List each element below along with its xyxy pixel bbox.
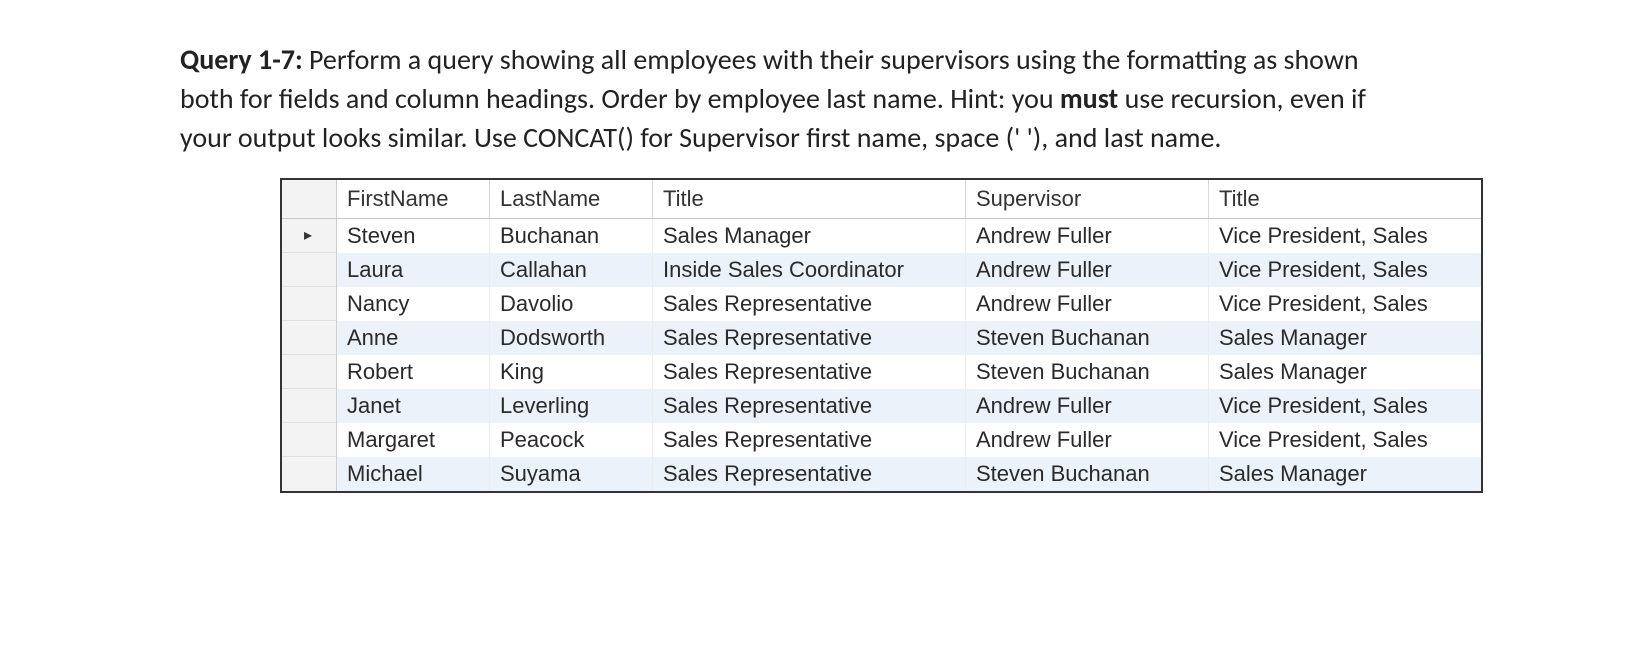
results-grid: FirstName LastName Title Supervisor Titl…	[280, 178, 1483, 493]
cell-title[interactable]: Inside Sales Coordinator	[653, 253, 966, 287]
table-row[interactable]: MargaretPeacockSales RepresentativeAndre…	[282, 423, 1481, 457]
cell-firstname[interactable]: Laura	[337, 253, 490, 287]
cell-firstname[interactable]: Nancy	[337, 287, 490, 321]
cell-firstname[interactable]: Michael	[337, 457, 490, 491]
query-description: Query 1-7: Perform a query showing all e…	[180, 40, 1380, 158]
cell-title[interactable]: Sales Representative	[653, 389, 966, 423]
cell-supervisortitle[interactable]: Sales Manager	[1209, 321, 1482, 355]
cell-supervisortitle[interactable]: Vice President, Sales	[1209, 253, 1482, 287]
cell-supervisortitle[interactable]: Sales Manager	[1209, 355, 1482, 389]
cell-lastname[interactable]: King	[490, 355, 653, 389]
cell-lastname[interactable]: Suyama	[490, 457, 653, 491]
cell-title[interactable]: Sales Manager	[653, 218, 966, 253]
cell-title[interactable]: Sales Representative	[653, 423, 966, 457]
cell-firstname[interactable]: Robert	[337, 355, 490, 389]
col-header-lastname[interactable]: LastName	[490, 180, 653, 219]
row-selector-cell[interactable]	[282, 423, 337, 457]
row-selector-cell[interactable]	[282, 253, 337, 287]
row-selector-header	[282, 180, 337, 219]
cell-supervisor[interactable]: Andrew Fuller	[966, 253, 1209, 287]
cell-supervisor[interactable]: Andrew Fuller	[966, 287, 1209, 321]
row-selector-cell[interactable]	[282, 355, 337, 389]
cell-firstname[interactable]: Steven	[337, 218, 490, 253]
table-row[interactable]: RobertKingSales RepresentativeSteven Buc…	[282, 355, 1481, 389]
row-selector-cell[interactable]: ▸	[282, 218, 337, 253]
table-row[interactable]: NancyDavolioSales RepresentativeAndrew F…	[282, 287, 1481, 321]
query-bold-must: must	[1060, 81, 1118, 116]
cell-supervisortitle[interactable]: Vice President, Sales	[1209, 218, 1482, 253]
cell-lastname[interactable]: Dodsworth	[490, 321, 653, 355]
cell-supervisor[interactable]: Steven Buchanan	[966, 355, 1209, 389]
cell-title[interactable]: Sales Representative	[653, 457, 966, 491]
row-selector-cell[interactable]	[282, 457, 337, 491]
header-row: FirstName LastName Title Supervisor Titl…	[282, 180, 1481, 219]
cell-lastname[interactable]: Peacock	[490, 423, 653, 457]
cell-lastname[interactable]: Callahan	[490, 253, 653, 287]
query-label: Query 1-7:	[180, 42, 309, 77]
cell-title[interactable]: Sales Representative	[653, 321, 966, 355]
cell-supervisortitle[interactable]: Vice President, Sales	[1209, 423, 1482, 457]
current-row-marker-icon: ▸	[304, 227, 312, 244]
cell-supervisor[interactable]: Andrew Fuller	[966, 389, 1209, 423]
cell-title[interactable]: Sales Representative	[653, 287, 966, 321]
cell-lastname[interactable]: Buchanan	[490, 218, 653, 253]
table-row[interactable]: AnneDodsworthSales RepresentativeSteven …	[282, 321, 1481, 355]
row-selector-cell[interactable]	[282, 389, 337, 423]
col-header-title[interactable]: Title	[653, 180, 966, 219]
table-row[interactable]: JanetLeverlingSales RepresentativeAndrew…	[282, 389, 1481, 423]
row-selector-cell[interactable]	[282, 287, 337, 321]
cell-supervisortitle[interactable]: Vice President, Sales	[1209, 287, 1482, 321]
cell-lastname[interactable]: Leverling	[490, 389, 653, 423]
cell-supervisor[interactable]: Andrew Fuller	[966, 218, 1209, 253]
cell-firstname[interactable]: Margaret	[337, 423, 490, 457]
cell-supervisortitle[interactable]: Sales Manager	[1209, 457, 1482, 491]
cell-supervisor[interactable]: Andrew Fuller	[966, 423, 1209, 457]
cell-supervisortitle[interactable]: Vice President, Sales	[1209, 389, 1482, 423]
table-row[interactable]: ▸ StevenBuchananSales ManagerAndrew Fulle…	[282, 218, 1481, 253]
col-header-supervisor[interactable]: Supervisor	[966, 180, 1209, 219]
cell-supervisor[interactable]: Steven Buchanan	[966, 321, 1209, 355]
table-row[interactable]: LauraCallahanInside Sales CoordinatorAnd…	[282, 253, 1481, 287]
cell-firstname[interactable]: Anne	[337, 321, 490, 355]
cell-supervisor[interactable]: Steven Buchanan	[966, 457, 1209, 491]
row-selector-cell[interactable]	[282, 321, 337, 355]
cell-firstname[interactable]: Janet	[337, 389, 490, 423]
cell-lastname[interactable]: Davolio	[490, 287, 653, 321]
table-row[interactable]: MichaelSuyamaSales RepresentativeSteven …	[282, 457, 1481, 491]
col-header-supervisortitle[interactable]: Title	[1209, 180, 1482, 219]
cell-title[interactable]: Sales Representative	[653, 355, 966, 389]
col-header-firstname[interactable]: FirstName	[337, 180, 490, 219]
